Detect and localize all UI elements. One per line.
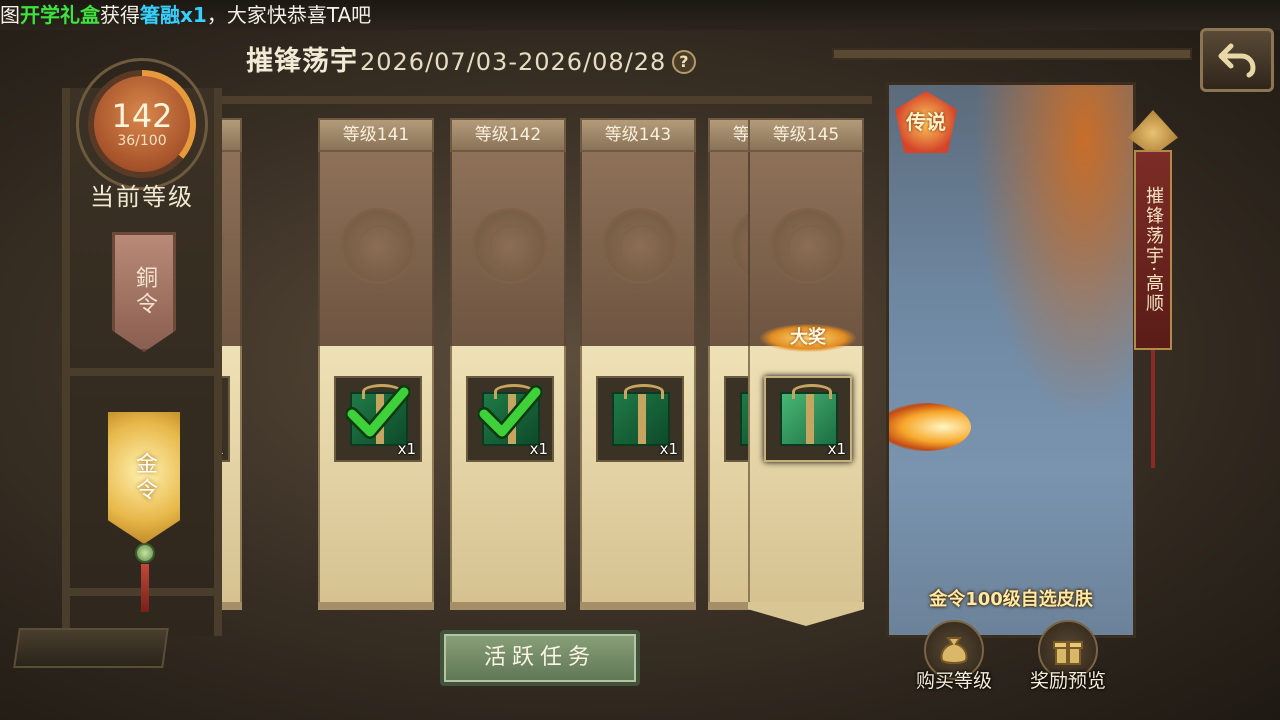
scroll-foot	[222, 602, 242, 610]
reward-slot[interactable]: x1	[334, 376, 422, 462]
back-arrow-icon	[1218, 43, 1256, 78]
scroll-level-label: 等级145	[748, 118, 864, 152]
scroll-lower: x1	[580, 346, 696, 602]
reward-slot[interactable]: x1	[466, 376, 554, 462]
dragon-emblem-icon	[770, 208, 846, 284]
reward-quantity: x1	[827, 440, 846, 458]
current-level-number: 142	[111, 97, 173, 135]
scroll-lower: x1	[450, 346, 566, 602]
dragon-emblem-icon	[472, 208, 548, 284]
scroll-level-label: 等级140	[222, 118, 242, 152]
dragon-emblem-icon	[340, 208, 416, 284]
scroll-upper	[318, 152, 434, 346]
skin-name-banner: 摧锋荡宇·高顺	[1134, 150, 1172, 350]
ticker-item-name: 开学礼盒	[20, 3, 100, 27]
reward-quantity: x1	[659, 440, 678, 458]
dragon-emblem-icon	[602, 208, 678, 284]
track-beam	[222, 96, 872, 104]
claimed-check-icon	[346, 385, 410, 439]
scroll-foot	[580, 602, 696, 610]
current-level-label: 当前等级	[90, 183, 194, 211]
banner-cord	[1151, 350, 1155, 468]
reward-track[interactable]: 等级140x1等级141x1等级142x1等级143x1等级144x1等级145…	[222, 96, 872, 630]
buy-level-button[interactable]: 购买等级	[906, 620, 1002, 700]
buy-level-label: 购买等级	[915, 670, 992, 692]
event-date-range: 2026/07/03-2026/08/28	[360, 48, 667, 76]
level-progress-ring: 142 36/100	[88, 70, 196, 178]
rack-crossbar	[70, 368, 214, 376]
gold-tier-tab[interactable]: 金令	[108, 412, 180, 544]
scroll-lower: x1	[222, 346, 242, 602]
back-button[interactable]	[1200, 28, 1274, 92]
scroll-upper	[222, 152, 242, 346]
reward-scroll[interactable]: 等级141 x1	[318, 118, 434, 610]
ticker-get-text: 获得	[100, 3, 140, 27]
jade-ornament	[135, 543, 155, 563]
event-title: 摧锋荡宇 2026/07/03-2026/08/28 ?	[246, 44, 697, 80]
scroll-level-label: 等级143	[580, 118, 696, 152]
scroll-upper	[450, 152, 566, 346]
scroll-foot	[450, 602, 566, 610]
fireball-effect	[889, 403, 971, 451]
gift-box-icon	[612, 384, 670, 446]
grand-prize-badge: 大奖	[760, 324, 856, 352]
bronze-tier-tab[interactable]: 銅令	[112, 232, 176, 352]
reward-scroll[interactable]: 等级143 x1	[580, 118, 696, 610]
scroll-lower: x1	[318, 346, 434, 602]
reward-slot[interactable]: x1	[764, 376, 852, 462]
skin-preview: 传说 金令100级自选皮肤	[886, 82, 1136, 638]
scroll-upper	[748, 152, 864, 346]
event-name: 摧锋荡宇	[246, 46, 358, 77]
reward-scroll[interactable]: 等级140 x1	[222, 118, 242, 610]
scroll-upper	[580, 152, 696, 346]
scroll-foot	[318, 602, 434, 610]
dragon-emblem-icon	[222, 208, 224, 284]
skin-caption: 金令100级自选皮肤	[929, 589, 1093, 610]
scroll-level-label: 等级141	[318, 118, 434, 152]
reward-quantity: x1	[397, 440, 416, 458]
level-display: 142 36/100	[94, 76, 190, 172]
ticker-prefix: 图	[0, 3, 20, 27]
ticker-message: ，大家快恭喜TA吧	[206, 3, 372, 27]
reward-quantity: x1	[222, 440, 224, 458]
book-decoration	[13, 628, 169, 668]
reward-slot[interactable]: x1	[596, 376, 684, 462]
reward-scroll[interactable]: 等级142 x1	[450, 118, 566, 610]
broadcast-ticker: 图开学礼盒获得箸融x1，大家快恭喜TA吧	[0, 0, 1280, 30]
gift-box-icon	[780, 384, 838, 446]
level-medal: 142 36/100	[58, 42, 226, 190]
reward-preview-button[interactable]: 奖励预览	[1020, 620, 1116, 700]
legend-badge: 传说	[895, 91, 957, 153]
ticker-item2-name: 箸融x1	[140, 3, 207, 27]
scroll-level-label: 等级142	[450, 118, 566, 152]
reward-preview-label: 奖励预览	[1029, 670, 1106, 692]
scroll-lower: 大奖 x1	[748, 324, 864, 602]
reward-slot[interactable]: x1	[222, 376, 230, 462]
preview-beam	[832, 48, 1192, 60]
scroll-tail	[748, 602, 864, 626]
claimed-check-icon	[478, 385, 542, 439]
help-icon[interactable]: ?	[672, 50, 697, 74]
tassel-ornament	[141, 564, 149, 612]
reward-scroll[interactable]: 等级145 大奖 x1	[748, 118, 866, 626]
active-tasks-button[interactable]: 活跃任务	[440, 630, 640, 686]
reward-quantity: x1	[529, 440, 548, 458]
level-progress-text: 36/100	[117, 133, 167, 149]
